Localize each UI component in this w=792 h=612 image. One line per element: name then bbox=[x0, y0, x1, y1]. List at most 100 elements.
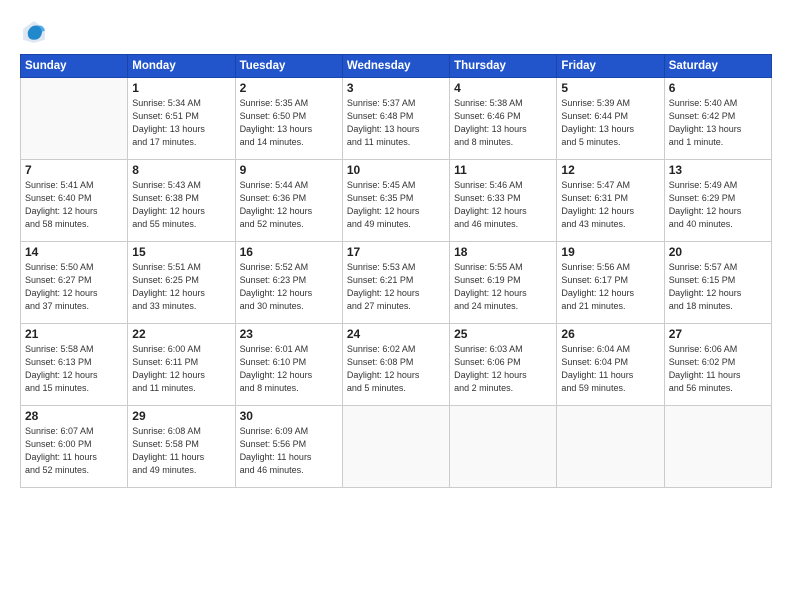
logo-icon bbox=[20, 18, 48, 46]
day-info: Sunrise: 5:35 AM Sunset: 6:50 PM Dayligh… bbox=[240, 97, 338, 149]
calendar-cell bbox=[342, 406, 449, 488]
day-info: Sunrise: 5:34 AM Sunset: 6:51 PM Dayligh… bbox=[132, 97, 230, 149]
calendar-cell: 14 Sunrise: 5:50 AM Sunset: 6:27 PM Dayli… bbox=[21, 242, 128, 324]
weekday-header-tuesday: Tuesday bbox=[235, 55, 342, 78]
day-info: Sunrise: 5:55 AM Sunset: 6:19 PM Dayligh… bbox=[454, 261, 552, 313]
calendar-cell: 26Sunrise: 6:04 AM Sunset: 6:04 PM Dayli… bbox=[557, 324, 664, 406]
day-number: 21 bbox=[25, 327, 123, 341]
day-info: Sunrise: 5:44 AM Sunset: 6:36 PM Dayligh… bbox=[240, 179, 338, 231]
weekday-header-monday: Monday bbox=[128, 55, 235, 78]
day-number: 4 bbox=[454, 81, 552, 95]
calendar-cell: 24 Sunrise: 6:02 AM Sunset: 6:08 PM Dayli… bbox=[342, 324, 449, 406]
calendar-cell: 10 Sunrise: 5:45 AM Sunset: 6:35 PM Dayli… bbox=[342, 160, 449, 242]
day-info: Sunrise: 5:40 AM Sunset: 6:42 PM Dayligh… bbox=[669, 97, 767, 149]
day-info: Sunrise: 5:37 AM Sunset: 6:48 PM Dayligh… bbox=[347, 97, 445, 149]
day-number: 18 bbox=[454, 245, 552, 259]
day-number: 29 bbox=[132, 409, 230, 423]
calendar-cell: 22 Sunrise: 6:00 AM Sunset: 6:11 PM Dayli… bbox=[128, 324, 235, 406]
day-info: Sunrise: 5:47 AM Sunset: 6:31 PM Dayligh… bbox=[561, 179, 659, 231]
day-number: 1 bbox=[132, 81, 230, 95]
week-row-2: 7 Sunrise: 5:41 AM Sunset: 6:40 PM Daylig… bbox=[21, 160, 772, 242]
day-info: Sunrise: 5:52 AM Sunset: 6:23 PM Dayligh… bbox=[240, 261, 338, 313]
day-info: Sunrise: 5:41 AM Sunset: 6:40 PM Dayligh… bbox=[25, 179, 123, 231]
calendar-cell: 7 Sunrise: 5:41 AM Sunset: 6:40 PM Daylig… bbox=[21, 160, 128, 242]
week-row-3: 14 Sunrise: 5:50 AM Sunset: 6:27 PM Dayli… bbox=[21, 242, 772, 324]
day-info: Sunrise: 6:08 AM Sunset: 5:58 PM Dayligh… bbox=[132, 425, 230, 477]
day-info: Sunrise: 6:01 AM Sunset: 6:10 PM Dayligh… bbox=[240, 343, 338, 395]
day-info: Sunrise: 6:02 AM Sunset: 6:08 PM Dayligh… bbox=[347, 343, 445, 395]
weekday-header-sunday: Sunday bbox=[21, 55, 128, 78]
calendar-cell: 5Sunrise: 5:39 AM Sunset: 6:44 PM Daylig… bbox=[557, 78, 664, 160]
day-number: 7 bbox=[25, 163, 123, 177]
day-info: Sunrise: 5:43 AM Sunset: 6:38 PM Dayligh… bbox=[132, 179, 230, 231]
day-info: Sunrise: 5:49 AM Sunset: 6:29 PM Dayligh… bbox=[669, 179, 767, 231]
week-row-4: 21 Sunrise: 5:58 AM Sunset: 6:13 PM Dayli… bbox=[21, 324, 772, 406]
weekday-header-thursday: Thursday bbox=[450, 55, 557, 78]
day-number: 26 bbox=[561, 327, 659, 341]
week-row-1: 1 Sunrise: 5:34 AM Sunset: 6:51 PM Daylig… bbox=[21, 78, 772, 160]
day-info: Sunrise: 5:57 AM Sunset: 6:15 PM Dayligh… bbox=[669, 261, 767, 313]
calendar-cell: 2 Sunrise: 5:35 AM Sunset: 6:50 PM Daylig… bbox=[235, 78, 342, 160]
day-info: Sunrise: 5:56 AM Sunset: 6:17 PM Dayligh… bbox=[561, 261, 659, 313]
day-info: Sunrise: 5:51 AM Sunset: 6:25 PM Dayligh… bbox=[132, 261, 230, 313]
calendar-cell: 4Sunrise: 5:38 AM Sunset: 6:46 PM Daylig… bbox=[450, 78, 557, 160]
calendar-cell bbox=[450, 406, 557, 488]
calendar-cell: 23 Sunrise: 6:01 AM Sunset: 6:10 PM Dayli… bbox=[235, 324, 342, 406]
day-number: 12 bbox=[561, 163, 659, 177]
week-row-5: 28 Sunrise: 6:07 AM Sunset: 6:00 PM Dayli… bbox=[21, 406, 772, 488]
day-number: 25 bbox=[454, 327, 552, 341]
calendar-cell: 20 Sunrise: 5:57 AM Sunset: 6:15 PM Dayli… bbox=[664, 242, 771, 324]
calendar-cell: 30Sunrise: 6:09 AM Sunset: 5:56 PM Dayli… bbox=[235, 406, 342, 488]
calendar-cell: 25 Sunrise: 6:03 AM Sunset: 6:06 PM Dayli… bbox=[450, 324, 557, 406]
day-number: 27 bbox=[669, 327, 767, 341]
day-number: 9 bbox=[240, 163, 338, 177]
calendar-cell bbox=[557, 406, 664, 488]
calendar-cell: 21 Sunrise: 5:58 AM Sunset: 6:13 PM Dayli… bbox=[21, 324, 128, 406]
day-number: 10 bbox=[347, 163, 445, 177]
day-number: 28 bbox=[25, 409, 123, 423]
day-number: 23 bbox=[240, 327, 338, 341]
calendar-cell bbox=[664, 406, 771, 488]
page: SundayMondayTuesdayWednesdayThursdayFrid… bbox=[0, 0, 792, 612]
calendar-cell: 17Sunrise: 5:53 AM Sunset: 6:21 PM Dayli… bbox=[342, 242, 449, 324]
calendar-cell: 28 Sunrise: 6:07 AM Sunset: 6:00 PM Dayli… bbox=[21, 406, 128, 488]
calendar-cell: 19Sunrise: 5:56 AM Sunset: 6:17 PM Dayli… bbox=[557, 242, 664, 324]
day-number: 24 bbox=[347, 327, 445, 341]
weekday-header-row: SundayMondayTuesdayWednesdayThursdayFrid… bbox=[21, 55, 772, 78]
day-info: Sunrise: 5:58 AM Sunset: 6:13 PM Dayligh… bbox=[25, 343, 123, 395]
calendar-cell: 3 Sunrise: 5:37 AM Sunset: 6:48 PM Daylig… bbox=[342, 78, 449, 160]
day-number: 13 bbox=[669, 163, 767, 177]
calendar-cell: 27Sunrise: 6:06 AM Sunset: 6:02 PM Dayli… bbox=[664, 324, 771, 406]
calendar-cell: 11Sunrise: 5:46 AM Sunset: 6:33 PM Dayli… bbox=[450, 160, 557, 242]
day-info: Sunrise: 5:53 AM Sunset: 6:21 PM Dayligh… bbox=[347, 261, 445, 313]
calendar-cell: 18 Sunrise: 5:55 AM Sunset: 6:19 PM Dayli… bbox=[450, 242, 557, 324]
day-number: 11 bbox=[454, 163, 552, 177]
weekday-header-friday: Friday bbox=[557, 55, 664, 78]
calendar-cell: 13 Sunrise: 5:49 AM Sunset: 6:29 PM Dayli… bbox=[664, 160, 771, 242]
day-number: 20 bbox=[669, 245, 767, 259]
day-info: Sunrise: 5:50 AM Sunset: 6:27 PM Dayligh… bbox=[25, 261, 123, 313]
calendar-cell: 16 Sunrise: 5:52 AM Sunset: 6:23 PM Dayli… bbox=[235, 242, 342, 324]
calendar-cell: 29 Sunrise: 6:08 AM Sunset: 5:58 PM Dayli… bbox=[128, 406, 235, 488]
day-number: 22 bbox=[132, 327, 230, 341]
day-number: 15 bbox=[132, 245, 230, 259]
day-number: 30 bbox=[240, 409, 338, 423]
day-number: 14 bbox=[25, 245, 123, 259]
day-info: Sunrise: 6:00 AM Sunset: 6:11 PM Dayligh… bbox=[132, 343, 230, 395]
day-info: Sunrise: 6:03 AM Sunset: 6:06 PM Dayligh… bbox=[454, 343, 552, 395]
header bbox=[20, 18, 772, 46]
calendar-cell: 12 Sunrise: 5:47 AM Sunset: 6:31 PM Dayli… bbox=[557, 160, 664, 242]
weekday-header-wednesday: Wednesday bbox=[342, 55, 449, 78]
calendar-cell bbox=[21, 78, 128, 160]
calendar-cell: 9 Sunrise: 5:44 AM Sunset: 6:36 PM Daylig… bbox=[235, 160, 342, 242]
day-info: Sunrise: 5:45 AM Sunset: 6:35 PM Dayligh… bbox=[347, 179, 445, 231]
day-number: 8 bbox=[132, 163, 230, 177]
day-number: 5 bbox=[561, 81, 659, 95]
day-number: 2 bbox=[240, 81, 338, 95]
calendar-cell: 8 Sunrise: 5:43 AM Sunset: 6:38 PM Daylig… bbox=[128, 160, 235, 242]
day-number: 16 bbox=[240, 245, 338, 259]
day-number: 3 bbox=[347, 81, 445, 95]
calendar-cell: 6Sunrise: 5:40 AM Sunset: 6:42 PM Daylig… bbox=[664, 78, 771, 160]
day-info: Sunrise: 6:07 AM Sunset: 6:00 PM Dayligh… bbox=[25, 425, 123, 477]
logo bbox=[20, 18, 52, 46]
